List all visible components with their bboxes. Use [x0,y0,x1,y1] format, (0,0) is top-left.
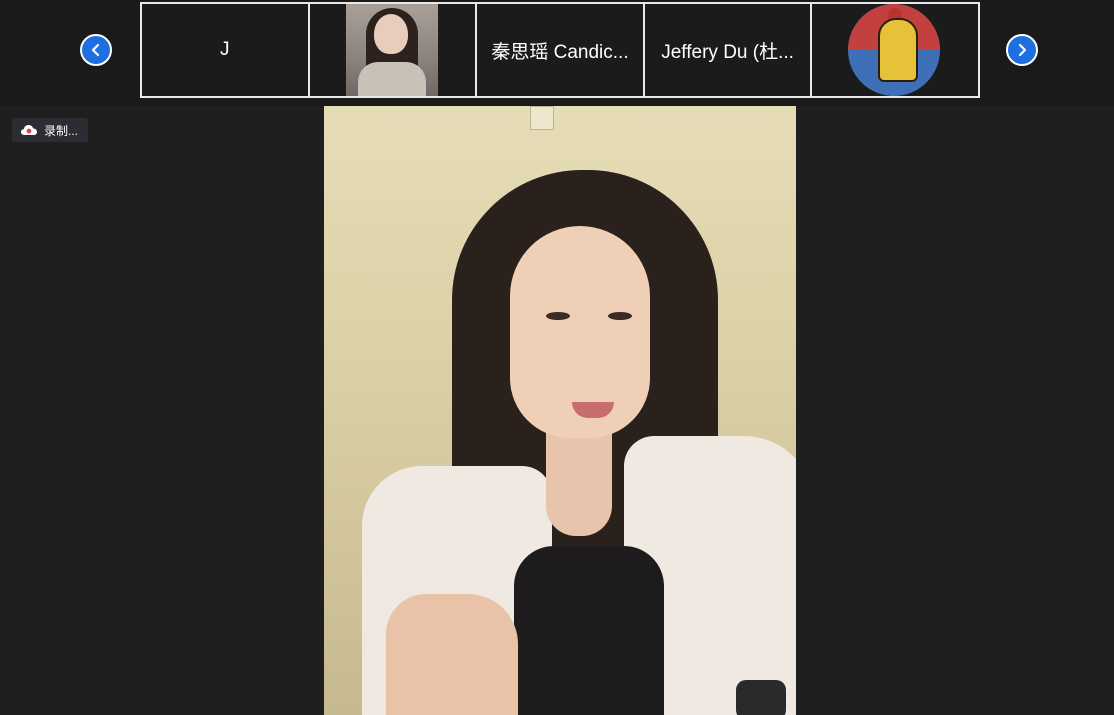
participant-avatar [848,4,941,96]
participant-tile[interactable]: Jeffery Du (杜... [644,4,811,96]
participant-tile[interactable] [309,4,476,96]
cloud-recording-icon [21,125,37,135]
next-page-button[interactable] [1006,34,1038,66]
meeting-window: J 秦思瑶 Candic... Jeffery Du (杜... 录制... [0,0,1114,715]
participant-tile[interactable]: 秦思瑶 Candic... [477,4,643,96]
chevron-left-icon [91,43,100,57]
participant-tiles: J 秦思瑶 Candic... Jeffery Du (杜... [140,2,980,98]
participant-strip: J 秦思瑶 Candic... Jeffery Du (杜... [0,0,1114,106]
participant-tile[interactable]: J [142,4,308,96]
chevron-right-icon [1018,43,1027,57]
recording-label: 录制... [44,123,79,138]
participant-name: Jeffery Du (杜... [661,41,794,63]
participant-photo [345,4,438,96]
participant-name: 秦思瑶 Candic... [491,41,629,63]
previous-page-button[interactable] [80,34,112,66]
recording-indicator[interactable]: 录制... [12,118,89,142]
participant-name: J [220,39,230,60]
participant-tile[interactable] [812,4,978,96]
active-speaker-video[interactable] [324,106,796,715]
